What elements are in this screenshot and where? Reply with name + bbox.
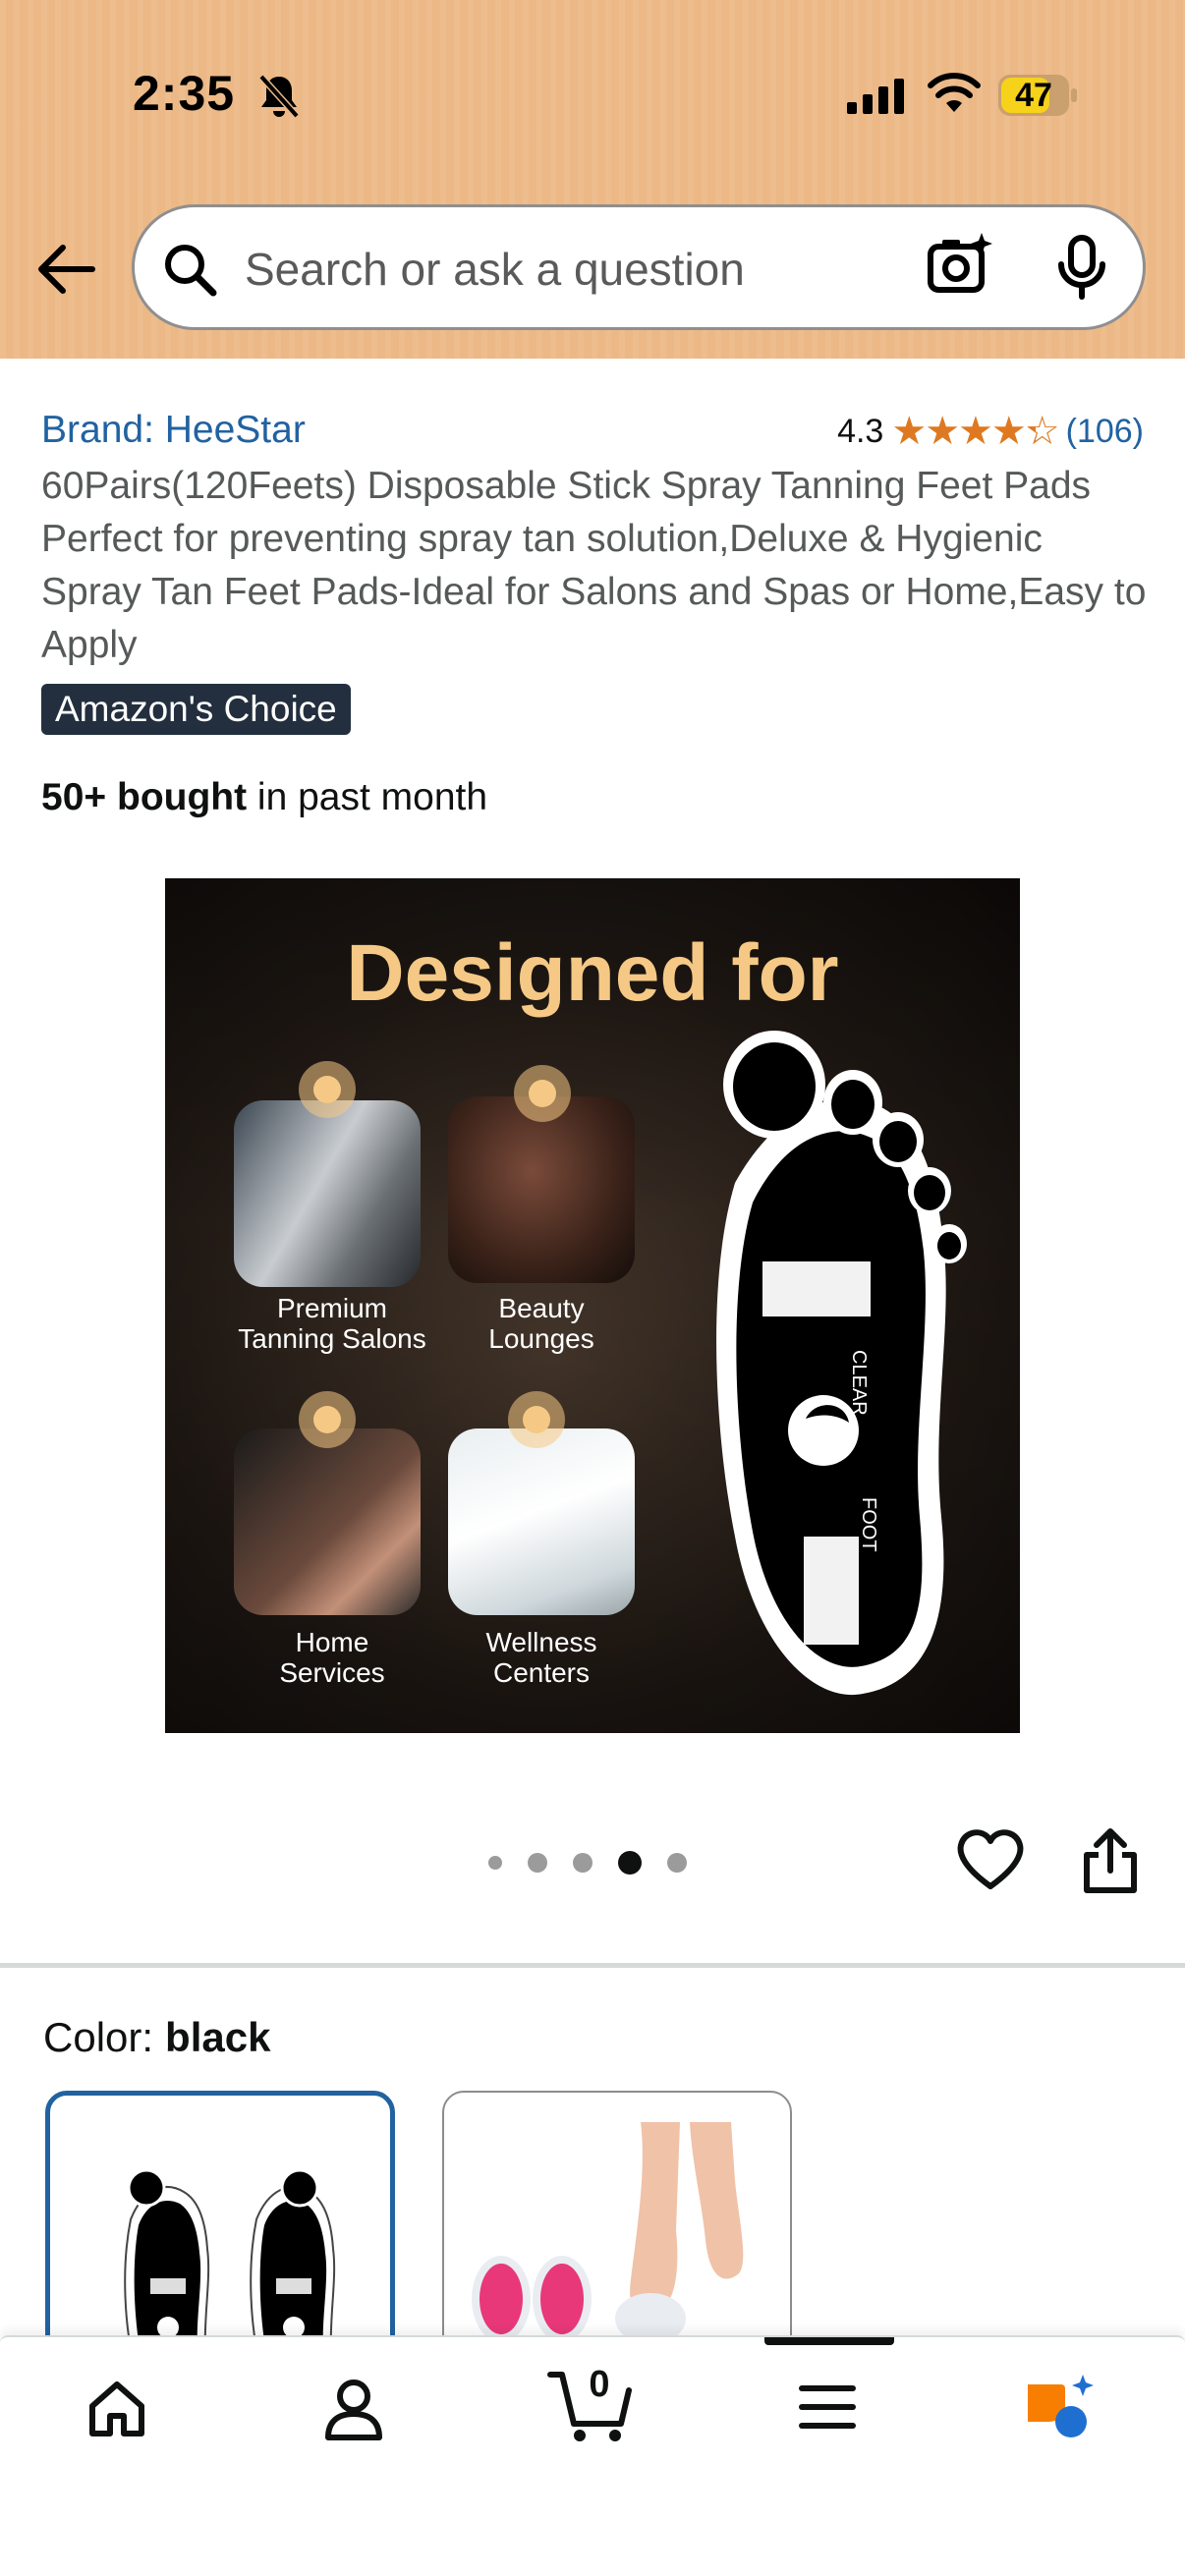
product-image-carousel[interactable]: Designed for Premium Tanning Salons Beaut… — [165, 878, 1020, 1733]
image-headline: Designed for — [346, 928, 839, 1018]
wellness-center-photo — [448, 1428, 635, 1615]
rating-score: 4.3 — [837, 412, 884, 450]
review-count-link[interactable]: (106) — [1066, 413, 1144, 451]
home-services-photo — [234, 1428, 421, 1615]
bell-slash-icon — [258, 74, 300, 119]
tile-label: Wellness Centers — [485, 1627, 597, 1688]
account-icon[interactable] — [322, 2377, 385, 2441]
cellular-signal-icon — [847, 79, 904, 114]
pager-dot-active[interactable] — [618, 1851, 642, 1875]
amazons-choice-badge: Amazon's Choice — [41, 684, 351, 735]
svg-text:FOOT: FOOT — [858, 1497, 879, 1552]
battery-icon: 47 — [998, 75, 1077, 116]
heart-icon[interactable] — [955, 1827, 1026, 1892]
color-label: Color: black — [43, 2014, 271, 2060]
tile-label: Premium Tanning Salons — [238, 1293, 426, 1354]
svg-text:CLEAR: CLEAR — [848, 1350, 870, 1416]
product-title: 60Pairs(120Feets) Disposable Stick Spray… — [41, 465, 1147, 666]
camera-lens-icon[interactable] — [925, 231, 993, 300]
wifi-icon — [928, 73, 981, 112]
pager-dot[interactable] — [573, 1853, 592, 1873]
top-header: 2:35 47 — [0, 0, 1185, 359]
home-icon[interactable] — [85, 2377, 149, 2441]
marker-dot-icon — [299, 1061, 356, 1118]
status-time: 2:35 — [133, 66, 236, 121]
pager-dot[interactable] — [667, 1853, 687, 1873]
cart-count: 0 — [589, 2364, 610, 2405]
share-icon[interactable] — [1081, 1827, 1140, 1896]
marker-dot-icon — [508, 1391, 565, 1448]
selected-color: black — [165, 2014, 271, 2060]
image-pager[interactable] — [488, 1851, 687, 1875]
battery-level: 47 — [1015, 77, 1052, 114]
rating-summary[interactable]: 4.3 ★★★★☆★ (106) — [837, 409, 1144, 454]
rufus-ai-icon[interactable] — [1022, 2373, 1100, 2443]
pager-dot[interactable] — [528, 1853, 547, 1873]
search-bar[interactable] — [132, 204, 1146, 330]
tanning-salon-photo — [234, 1100, 421, 1287]
bought-count: 50+ bought — [41, 776, 248, 818]
search-icon — [165, 245, 217, 297]
section-divider — [0, 1963, 1185, 1968]
bought-period: in past month — [247, 776, 488, 818]
marker-dot-icon — [299, 1391, 356, 1448]
active-tab-indicator — [764, 2337, 894, 2345]
bought-in-past-month: 50+ bought in past month — [41, 776, 487, 819]
marker-dot-icon — [514, 1065, 571, 1122]
pager-dot[interactable] — [488, 1856, 502, 1870]
tile-label: Beauty Lounges — [488, 1293, 594, 1354]
microphone-icon[interactable] — [1054, 235, 1109, 300]
back-arrow-icon[interactable] — [33, 242, 96, 297]
tile-label: Home Services — [279, 1627, 385, 1688]
menu-icon[interactable] — [798, 2382, 857, 2432]
foot-pad-illustration: CLEAR FOOT — [716, 1031, 967, 1696]
search-input[interactable] — [243, 231, 993, 308]
star-rating-icon: ★★★★☆★ — [891, 410, 1059, 453]
brand-link[interactable]: Brand: HeeStar — [41, 409, 306, 452]
beauty-lounge-photo — [448, 1096, 635, 1283]
